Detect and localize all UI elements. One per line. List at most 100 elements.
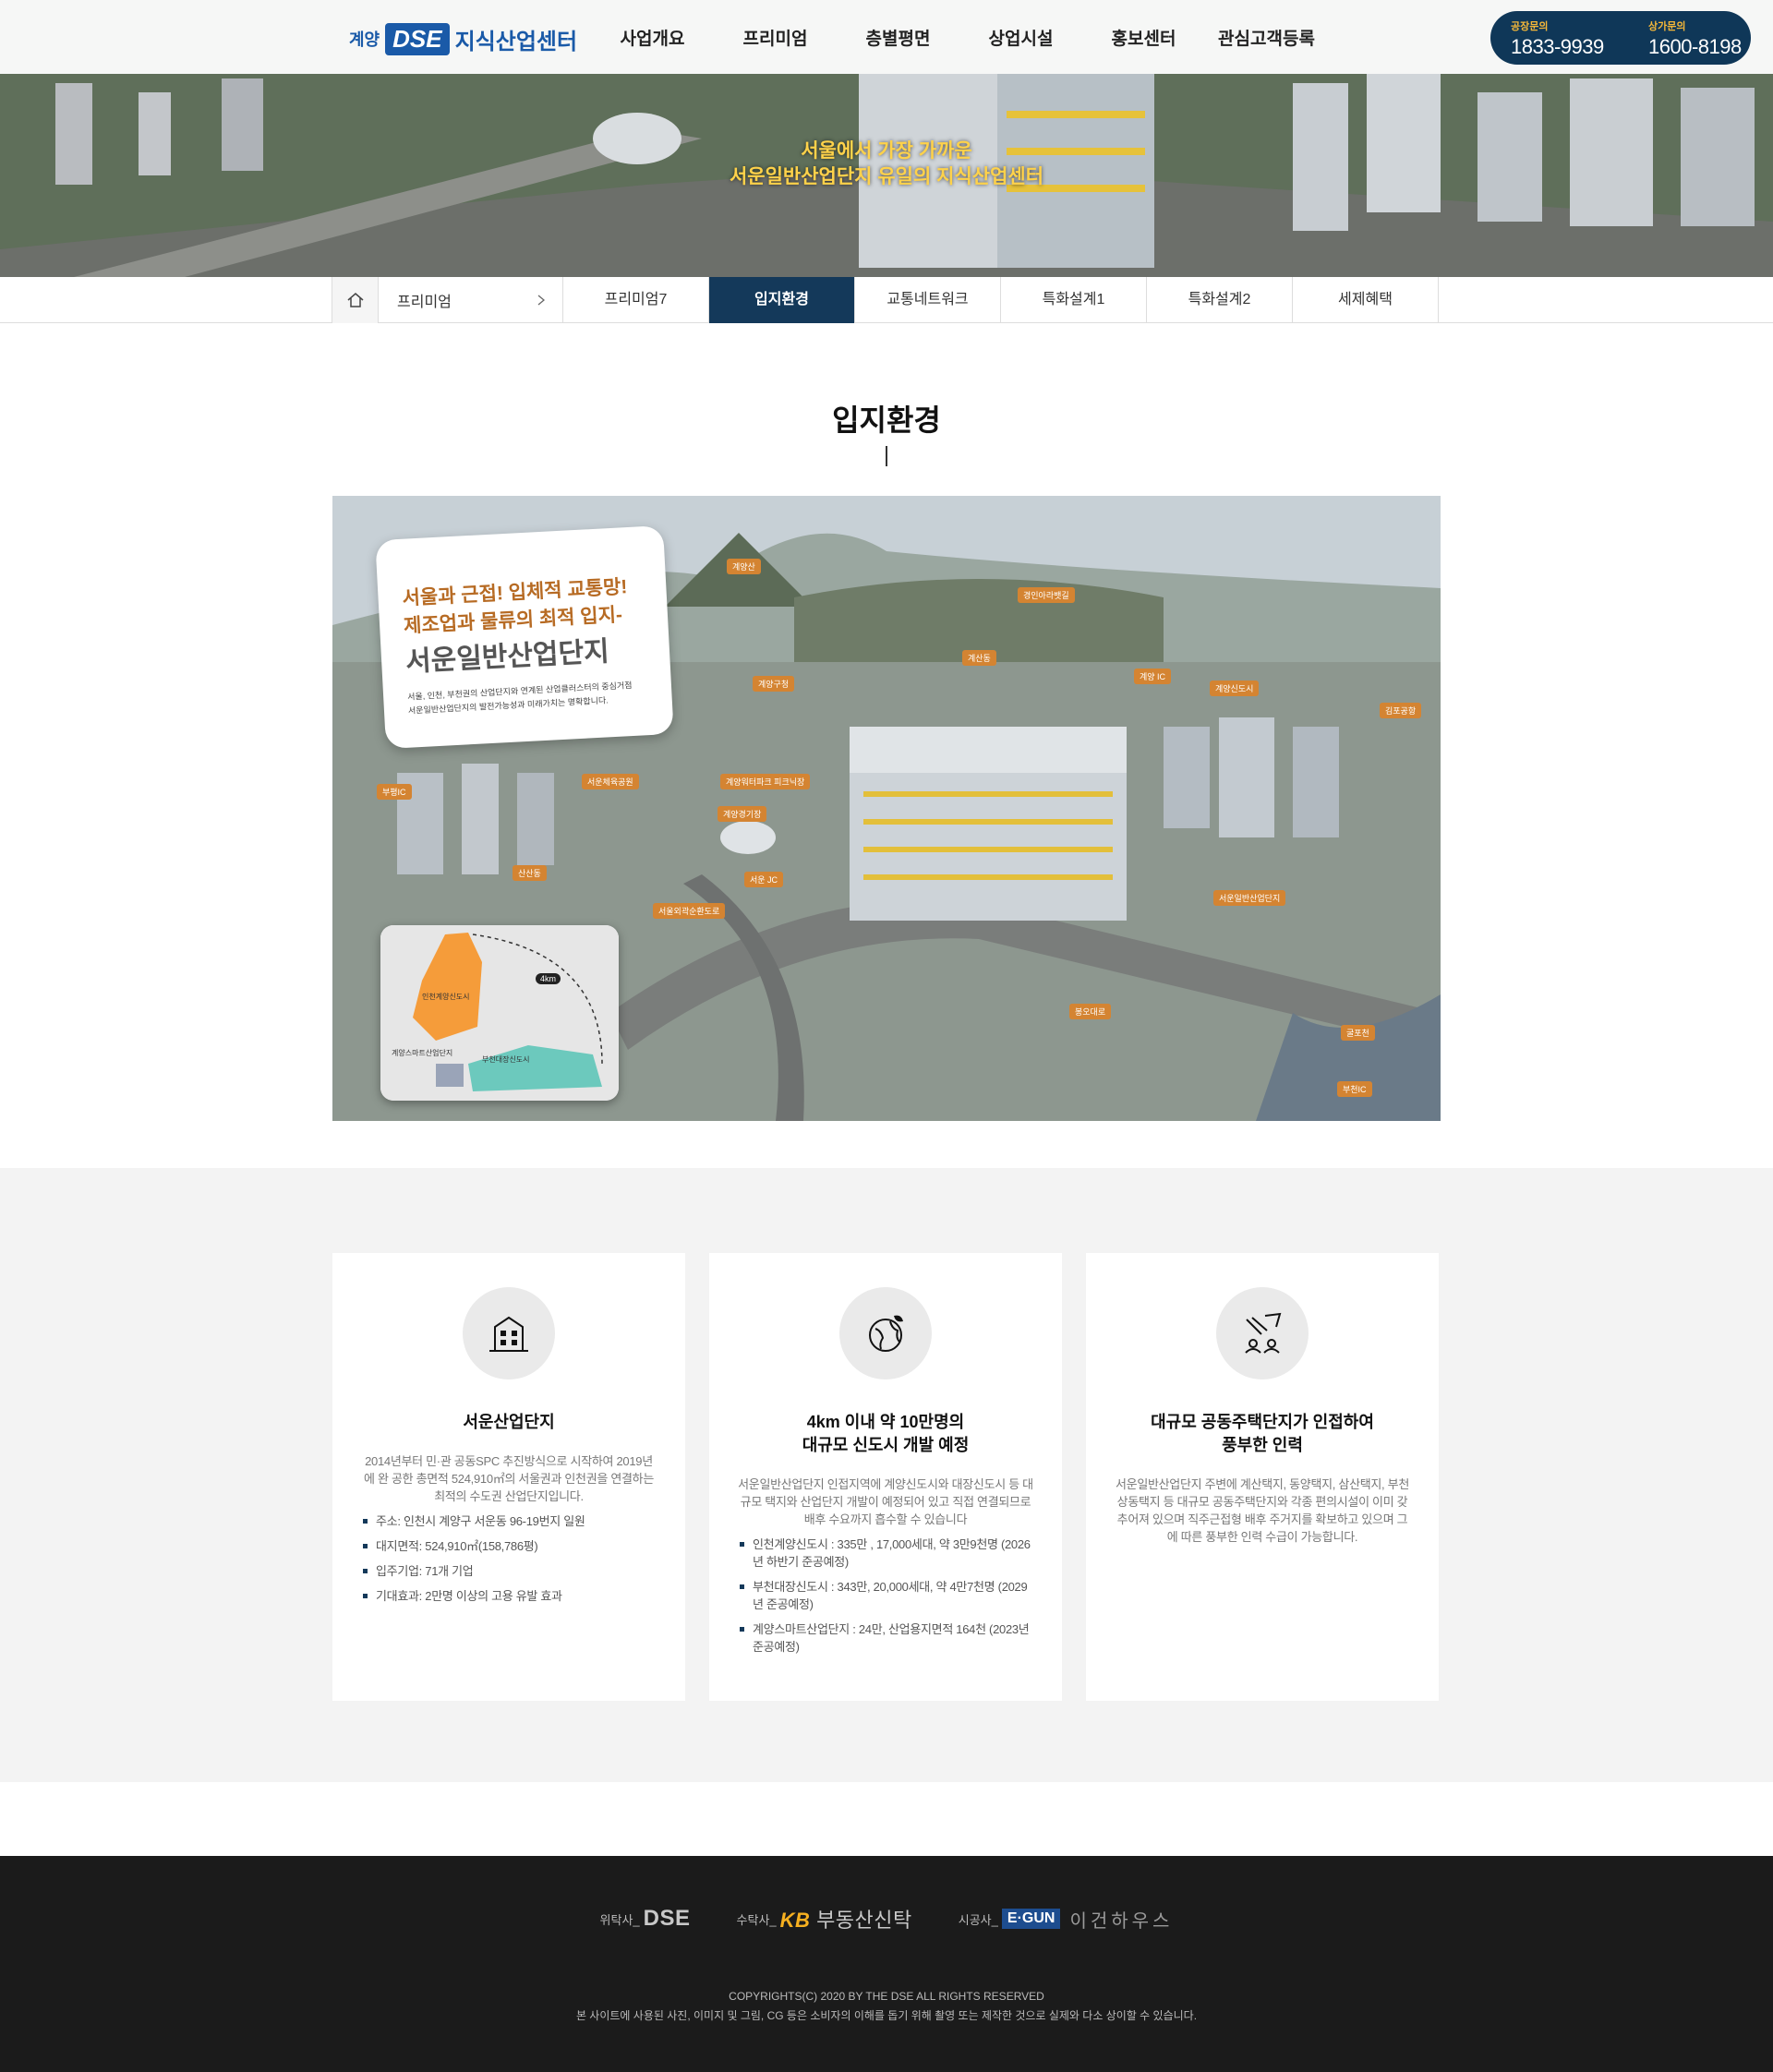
- workforce-icon: [1245, 1312, 1282, 1354]
- card-title-line: 대규모 공동주택단지가 인접하여: [1151, 1413, 1374, 1431]
- sub-nav: 프리미엄 프리미엄7 입지환경 교통네트워크 특화설계1 특화설계2 세제혜택: [0, 277, 1773, 323]
- tab-location[interactable]: 입지환경: [709, 277, 855, 323]
- globe-icon: [869, 1315, 903, 1352]
- nav-item-pr-center[interactable]: 홍보센터: [1082, 0, 1205, 74]
- partner-role: 시공사_: [958, 1912, 998, 1927]
- disclaimer: 본 사이트에 사용된 사진, 이미지 및 그림, CG 등은 소비자의 이해를 …: [575, 2009, 1198, 2022]
- partner-role: 위탁사_: [599, 1912, 640, 1927]
- logo-brand: DSE: [385, 22, 450, 55]
- map-pin-waterpark: 계양워터파크 피크닉장: [720, 774, 811, 789]
- map-pin-gulpocheon: 굴포천: [1341, 1025, 1375, 1041]
- list-item: 부천대장신도시 : 343만, 20,000세대, 약 4만7천명 (2029년…: [738, 1578, 1033, 1613]
- map-pin-bucheon-ic: 부천IC: [1337, 1081, 1372, 1097]
- nav-item-premium[interactable]: 프리미엄: [714, 0, 837, 74]
- mini-label-gyeyang: 인천계양신도시: [422, 993, 470, 1001]
- depth1-dropdown[interactable]: 프리미엄: [379, 277, 563, 323]
- factory-icon: [463, 1287, 555, 1379]
- partner-trustee: 수탁사_ KB 부동산신탁: [737, 1904, 912, 1933]
- nav-item-register[interactable]: 관심고객등록: [1205, 0, 1328, 74]
- egun-logo: E·GUN: [1001, 1909, 1061, 1929]
- map-pin-bongo-daero: 봉오대로: [1069, 1004, 1112, 1019]
- card-bullets: 인천계양신도시 : 335만 , 17,000세대, 약 3만9천명 (2026…: [738, 1536, 1033, 1656]
- tab-transport-network[interactable]: 교통네트워크: [855, 277, 1001, 323]
- mini-map-distance: 4km: [536, 973, 561, 984]
- partner-builder: 시공사_ E·GUN 이건하우스: [959, 1906, 1174, 1933]
- map-pin-gyesan: 계산동: [962, 650, 996, 666]
- site-logo[interactable]: 계양 DSE 지식산업센터: [349, 20, 577, 57]
- card-title-line: 4km 이내 약 10만명의: [806, 1413, 965, 1431]
- list-item: 주소: 인천시 계양구 서운동 96-19번지 일원: [361, 1512, 657, 1530]
- dse-logo: DSE: [643, 1906, 691, 1931]
- nav-item-commercial[interactable]: 상업시설: [959, 0, 1082, 74]
- tab-tax-benefits[interactable]: 세제혜택: [1293, 277, 1439, 323]
- call-factory-number[interactable]: 1833-9939: [1511, 35, 1621, 59]
- list-item: 인천계양신도시 : 335만 , 17,000세대, 약 3만9천명 (2026…: [738, 1536, 1033, 1571]
- call-factory-label: 공장문의: [1511, 21, 1549, 32]
- map-pin-ara-canal: 경인아라뱃길: [1018, 587, 1075, 603]
- contact-box[interactable]: 공장문의 1833-9939 상가문의 1600-8198: [1490, 11, 1751, 65]
- card-title: 서운산업단지: [332, 1411, 685, 1434]
- depth1-label: 프리미엄: [397, 295, 452, 310]
- hero-line-2: 서운일반산업단지 유일의 지식산업센터: [729, 166, 1044, 187]
- info-card-complex: 서운산업단지 2014년부터 민·관 공동SPC 추진방식으로 시작하여 201…: [332, 1253, 685, 1701]
- main-nav: 사업개요 프리미엄 층별평면 상업시설 홍보센터 관심고객등록: [591, 0, 1328, 74]
- copyright: COPYRIGHTS(C) 2020 BY THE DSE ALL RIGHTS…: [729, 1990, 1044, 2003]
- map-pin-bupyeong-ic: 부평IC: [377, 784, 412, 800]
- mini-label-daejang: 부천대장신도시: [482, 1055, 530, 1064]
- location-map: 서울과 근접! 입체적 교통망! 제조업과 물류의 최적 입지- 서운일반산업단…: [332, 496, 1441, 1121]
- site-footer: 위탁사_ DSE 수탁사_ KB 부동산신탁 시공사_ E·GUN 이건하우스 …: [0, 1856, 1773, 2072]
- card-body: 2014년부터 민·관 공동SPC 추진방식으로 시작하여 2019년에 완 공…: [364, 1454, 654, 1503]
- map-pin-seoun-jc: 서운 JC: [744, 872, 784, 887]
- building-icon: [489, 1316, 528, 1352]
- map-pin-seoun-park: 서운체육공원: [582, 774, 639, 789]
- map-pin-sansan: 산산동: [513, 865, 547, 881]
- nav-item-floor-plan[interactable]: 층별평면: [837, 0, 959, 74]
- kb-mark: KB: [779, 1909, 811, 1932]
- hero-copy: 서울에서 가장 가까운 서운일반산업단지 유일의 지식산업센터: [0, 139, 1773, 190]
- logo-name: 지식산업센터: [454, 29, 578, 54]
- map-pin-gimpo-airport: 김포공항: [1380, 703, 1422, 718]
- map-pin-gyeyang-stadium: 계양경기장: [718, 806, 767, 822]
- map-pin-ring-expressway: 서울외곽순환도로: [653, 903, 726, 919]
- call-factory[interactable]: 공장문의 1833-9939: [1490, 18, 1621, 65]
- map-pin-gyeyang-newtown: 계양신도시: [1210, 681, 1260, 696]
- section-title: 입지환경: [832, 404, 941, 437]
- workforce-icon-wrap: [1216, 1287, 1309, 1379]
- card-title-line: 서운산업단지: [463, 1413, 555, 1431]
- tab-special-design2[interactable]: 특화설계2: [1147, 277, 1293, 323]
- partner-role: 수탁사_: [736, 1912, 777, 1927]
- map-pin-gyeyang-gu-office: 계양구청: [753, 676, 795, 692]
- list-item: 대지면적: 524,910㎡(158,786평): [361, 1537, 657, 1555]
- kb-logo: KB 부동산신탁: [780, 1904, 912, 1933]
- list-item: 입주기업: 71개 기업: [361, 1562, 657, 1580]
- map-pin-gyeyang-ic: 계양 IC: [1134, 669, 1172, 684]
- card-title: 4km 이내 약 10만명의 대규모 신도시 개발 예정: [709, 1411, 1062, 1457]
- info-section: 서운산업단지 2014년부터 민·관 공동SPC 추진방식으로 시작하여 201…: [0, 1168, 1773, 1782]
- location-callout-card: 서울과 근접! 입체적 교통망! 제조업과 물류의 최적 입지- 서운일반산업단…: [375, 524, 674, 750]
- mini-label-smart: 계양스마트산업단지: [392, 1049, 453, 1057]
- call-store-label: 상가문의: [1648, 21, 1686, 32]
- logo-prefix: 계양: [349, 30, 380, 49]
- chevron-right-icon: [537, 295, 546, 306]
- map-pin-seoun-complex: 서운일반산업단지: [1213, 890, 1286, 906]
- partner-trustor: 위탁사_ DSE: [600, 1906, 691, 1932]
- info-card-newtown: 4km 이내 약 10만명의 대규모 신도시 개발 예정 서운일반산업단지 인접…: [709, 1253, 1062, 1701]
- map-pin-gyeyangsan: 계양산: [727, 559, 761, 574]
- call-store-number[interactable]: 1600-8198: [1648, 35, 1751, 59]
- callout-desc: 서울, 인천, 부천권의 산업단지와 연계된 산업클러스터의 중심거점 서운일반…: [407, 678, 650, 718]
- kb-name: 부동산신탁: [816, 1909, 912, 1932]
- call-store[interactable]: 상가문의 1600-8198: [1621, 18, 1751, 65]
- hero-banner: 계양 DSE 지식산업센터 사업개요 프리미엄 층별평면 상업시설 홍보센터 관…: [0, 0, 1773, 277]
- card-title-line: 풍부한 인력: [1222, 1436, 1303, 1454]
- list-item: 기대효과: 2만명 이상의 고용 유발 효과: [361, 1587, 657, 1605]
- nav-item-overview[interactable]: 사업개요: [591, 0, 714, 74]
- card-body: 서운일반산업단지 인접지역에 계양신도시와 대장신도시 등 대규모 택지와 산업…: [738, 1477, 1033, 1526]
- card-title: 대규모 공동주택단지가 인접하여 풍부한 인력: [1086, 1411, 1439, 1457]
- tab-premium7[interactable]: 프리미엄7: [563, 277, 709, 323]
- title-divider: [886, 446, 887, 466]
- home-button[interactable]: [332, 277, 379, 323]
- mini-locator-map: 4km 인천계양신도시 계양스마트산업단지 부천대장신도시: [380, 925, 619, 1101]
- globe-icon-wrap: [839, 1287, 932, 1379]
- top-header: 계양 DSE 지식산업센터 사업개요 프리미엄 층별평면 상업시설 홍보센터 관…: [0, 0, 1773, 74]
- tab-special-design1[interactable]: 특화설계1: [1001, 277, 1147, 323]
